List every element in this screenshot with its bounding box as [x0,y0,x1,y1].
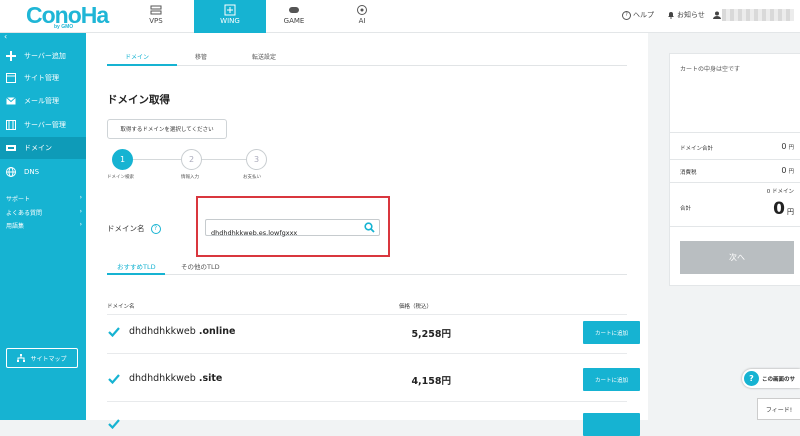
tax-value: 0円 [781,166,794,175]
tab-other-tld[interactable]: その他のTLD [181,261,220,271]
result-price: 5,258円 [411,329,451,340]
active-tab-indicator [107,64,177,66]
globe-icon [6,167,16,177]
service-tab-wing[interactable]: WING [194,0,266,33]
domain-icon [6,145,16,151]
account-name-blurred[interactable] [722,9,794,21]
conoha-logo[interactable]: ConoHa by GMO [26,2,109,30]
active-tld-indicator [107,273,165,275]
bell-icon [668,12,674,19]
sidebar: ‹ サーバー追加 サイト管理 メール管理 サーバー管理 ドメイン DNS サポー… [0,32,86,420]
row-divider [107,353,627,354]
domain-tabs: ドメイン 移管 転送設定 [107,47,627,66]
check-icon [108,374,120,384]
tab-transfer[interactable]: 移管 [195,52,207,61]
step-3-label: お支払い [243,175,261,180]
ai-icon [357,5,367,15]
service-tab-game[interactable]: GAME [258,0,330,33]
step-2-circle: 2 [181,149,202,170]
result-domain-name: dhdhdhkkweb .online [129,326,236,337]
feedback-button[interactable]: フィード! [757,398,800,420]
cart-panel: カートの中身は空です ドメイン合計 0円 消費税 0円 0 ドメイン 合計 0円… [669,53,800,286]
server-icon [150,5,162,15]
header-divider [107,314,627,315]
step-2-label: 情報入力 [181,175,199,180]
sidebar-link-support[interactable]: サポート › [6,194,82,203]
chevron-right-icon: › [79,194,82,201]
domain-count: 0 ドメイン [766,189,794,195]
wing-icon [224,4,236,16]
main-panel: ドメイン 移管 転送設定 ドメイン取得 取得するドメインを選択してください 1 … [86,33,648,436]
sidebar-item-server-manage[interactable]: サーバー管理 [0,114,86,136]
server-manage-icon [6,120,16,130]
tab-domain[interactable]: ドメイン [125,52,149,61]
domain-total-value: 0円 [781,142,794,151]
add-to-cart-button[interactable]: カートに追加 [583,368,640,391]
sidebar-link-glossary[interactable]: 用語集 › [6,221,82,230]
service-tab-ai[interactable]: AI [326,0,398,33]
sidebar-item-mail-manage[interactable]: メール管理 [0,90,86,112]
cart-divider [670,226,800,227]
screen-support-button[interactable]: ? この画面のサ [742,369,800,388]
sitemap-icon [17,354,26,362]
help-icon: ? [622,10,631,20]
service-tab-vps[interactable]: VPS [120,0,192,33]
select-domain-button[interactable]: 取得するドメインを選択してください [107,119,227,139]
domain-search-field [205,219,380,241]
search-icon[interactable] [364,222,375,233]
check-icon [108,419,120,429]
result-price: 4,158円 [411,376,451,387]
tab-recommended-tld[interactable]: おすすめTLD [117,261,156,271]
result-domain-name: dhdhdhkkweb .site [129,373,223,384]
gamepad-icon [289,7,299,13]
sidebar-item-dns[interactable]: DNS [0,161,86,183]
add-to-cart-button[interactable]: カートに追加 [583,321,640,344]
step-3-circle: 3 [246,149,267,170]
tab-forwarding[interactable]: 転送設定 [252,52,276,61]
cart-empty-message: カートの中身は空です [680,66,741,73]
step-1-label: ドメイン検索 [107,175,134,180]
add-to-cart-button-partial[interactable] [583,413,640,436]
chevron-right-icon: › [79,221,82,228]
notice-link[interactable]: お知らせ [667,10,705,20]
total-label: 合計 [680,206,692,212]
sidebar-link-faq[interactable]: よくある質問 › [6,208,82,217]
check-icon [108,327,120,337]
collapse-chevron-icon[interactable]: ‹ [4,32,7,41]
cart-divider [670,132,800,133]
site-icon [6,73,16,83]
help-question-icon[interactable]: ? [150,223,161,234]
sidebar-item-add-server[interactable]: サーバー追加 [0,45,86,67]
column-header-domain: ドメイン名 [107,304,135,310]
page-title: ドメイン取得 [107,94,170,106]
domain-total-label: ドメイン合計 [680,146,714,152]
total-value: 0円 [773,199,794,219]
cart-divider [670,159,800,160]
cart-divider [670,182,800,183]
mail-icon [6,97,16,105]
sidebar-item-domain[interactable]: ドメイン [0,137,86,159]
user-icon[interactable] [713,11,721,19]
domain-search-input[interactable] [206,225,356,241]
column-header-price: 価格（税込） [399,304,433,310]
help-link[interactable]: ? ヘルプ [622,10,654,20]
chevron-right-icon: › [79,208,82,215]
plus-icon [6,51,16,61]
next-button[interactable]: 次へ [680,241,794,274]
top-bar: ConoHa by GMO VPS WING GAME AI ? ヘルプ お知ら… [0,0,800,33]
sidebar-item-site-manage[interactable]: サイト管理 [0,67,86,89]
help-bubble-icon: ? [744,371,759,386]
row-divider [107,401,627,402]
domain-name-label: ドメイン名 ? [107,223,161,234]
tld-tabs-divider [107,274,627,275]
step-1-circle: 1 [112,149,133,170]
tax-label: 消費税 [680,170,697,176]
sitemap-button[interactable]: サイトマップ [6,348,78,368]
